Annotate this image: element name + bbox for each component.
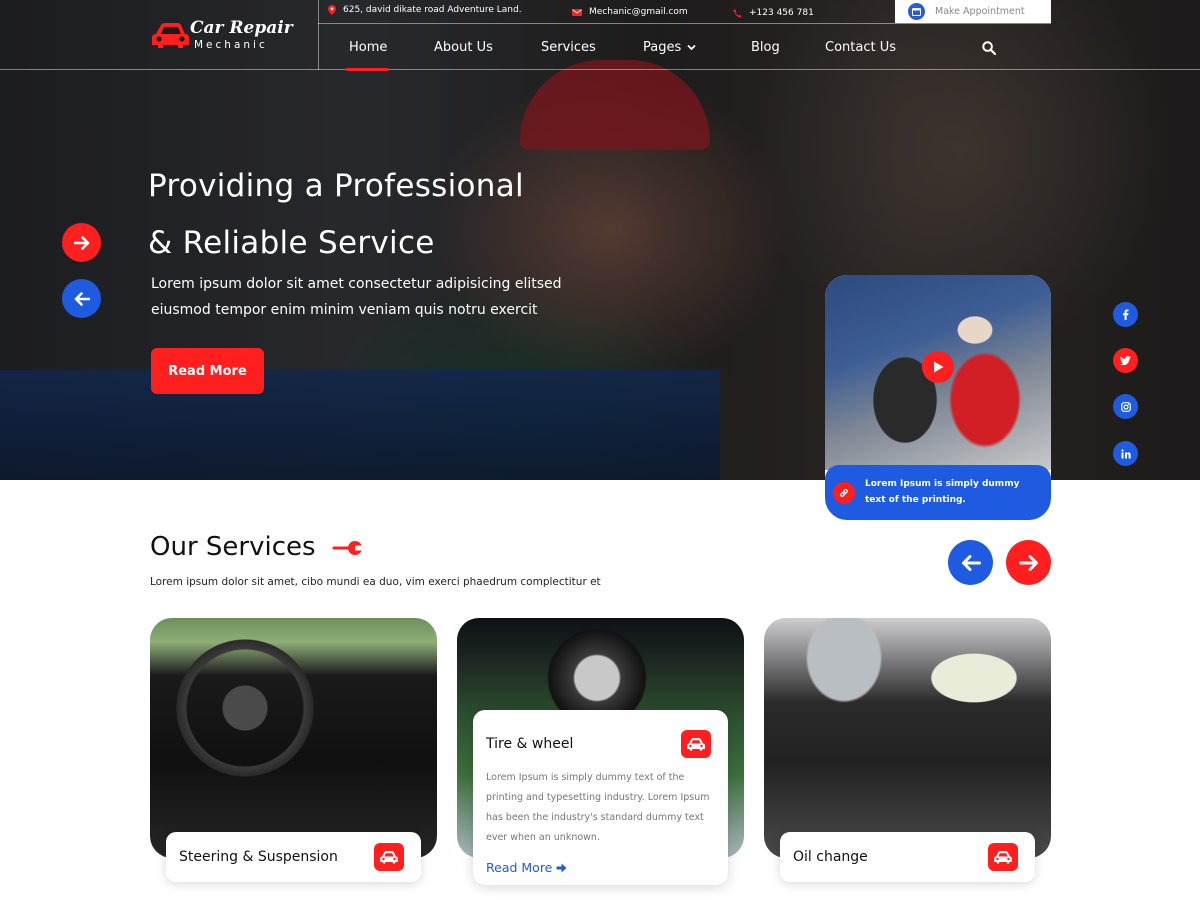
- nav-contact-us[interactable]: Contact Us: [825, 40, 896, 55]
- service-card-tire[interactable]: Tire & wheel Lorem Ipsum is simply dummy…: [473, 710, 728, 885]
- services-next-button[interactable]: [1006, 540, 1051, 585]
- video-caption-text: Lorem Ipsum is simply dummy text of the …: [865, 479, 1020, 505]
- service-read-more-link[interactable]: Read More: [486, 860, 567, 875]
- play-button[interactable]: [922, 351, 954, 383]
- read-more-label: Read More: [486, 860, 553, 875]
- service-title: Oil change: [793, 849, 868, 865]
- nav-services[interactable]: Services: [541, 40, 596, 55]
- arrow-left-icon: [74, 291, 90, 306]
- make-appointment-button[interactable]: Make Appointment: [895, 0, 1051, 23]
- services-prev-button[interactable]: [948, 540, 993, 585]
- site-logo[interactable]: Car Repair Mechanic: [150, 14, 310, 60]
- brand-title: Car Repair: [190, 18, 293, 38]
- arrow-right-icon: [1018, 554, 1038, 571]
- facebook-icon[interactable]: [1113, 302, 1138, 327]
- hero-text-line2: eiusmod tempor enim minim veniam quis no…: [151, 302, 538, 318]
- service-image-oil[interactable]: [764, 618, 1051, 858]
- nav-pages[interactable]: Pages: [643, 40, 697, 55]
- map-pin-icon: [328, 5, 336, 15]
- service-card-oil[interactable]: Oil change: [780, 832, 1035, 882]
- arrow-right-icon: [556, 863, 567, 872]
- hero-headline-line1: Providing a Professional: [148, 168, 524, 204]
- address-text: 625, david dikate road Adventure Land.: [343, 5, 522, 15]
- car-icon: [374, 843, 404, 871]
- appointment-label: Make Appointment: [935, 6, 1025, 17]
- chevron-down-icon: [687, 44, 697, 51]
- nav-about-us[interactable]: About Us: [434, 40, 493, 55]
- linkedin-icon[interactable]: [1113, 441, 1138, 466]
- car-logo-icon: [152, 23, 189, 48]
- services-subtitle: Lorem ipsum dolor sit amet, cibo mundi e…: [150, 576, 601, 588]
- twitter-icon[interactable]: [1113, 348, 1138, 373]
- arrow-left-icon: [961, 554, 981, 571]
- search-icon[interactable]: [982, 41, 996, 55]
- service-image-steering[interactable]: [150, 618, 437, 858]
- instagram-icon[interactable]: [1113, 394, 1138, 419]
- link-icon[interactable]: [833, 482, 855, 504]
- service-title: Tire & wheel: [486, 736, 574, 752]
- play-icon: [933, 361, 943, 373]
- phone-text: +123 456 781: [749, 8, 814, 18]
- hero-text-line1: Lorem ipsum dolor sit amet consectetur a…: [151, 276, 562, 292]
- hero-prev-button[interactable]: [62, 279, 101, 318]
- envelope-icon: [572, 8, 582, 16]
- phone-icon: [733, 8, 742, 18]
- nav-home[interactable]: Home: [349, 40, 387, 55]
- service-title: Steering & Suspension: [179, 849, 338, 865]
- topbar-phone[interactable]: +123 456 781: [733, 8, 814, 18]
- service-description: Lorem Ipsum is simply dummy text of the …: [486, 772, 710, 843]
- nav-blog[interactable]: Blog: [751, 40, 780, 55]
- video-caption-box: Lorem Ipsum is simply dummy text of the …: [825, 465, 1051, 520]
- nav-divider: [0, 69, 1200, 70]
- services-title: Our Services: [150, 532, 316, 562]
- nav-pages-label: Pages: [643, 40, 682, 55]
- header-divider: [318, 0, 319, 70]
- topbar-divider: [318, 23, 1051, 24]
- car-icon: [681, 730, 711, 758]
- email-text: Mechanic@gmail.com: [589, 7, 688, 17]
- topbar-email[interactable]: Mechanic@gmail.com: [572, 7, 688, 17]
- hero-read-more-button[interactable]: Read More: [151, 348, 264, 394]
- hero-next-button[interactable]: [62, 223, 101, 262]
- service-card-steering[interactable]: Steering & Suspension: [166, 832, 421, 882]
- calendar-icon: [908, 3, 925, 20]
- nav-active-indicator: [346, 68, 389, 71]
- car-icon: [988, 843, 1018, 871]
- topbar-address: 625, david dikate road Adventure Land.: [328, 5, 522, 15]
- video-card: Lorem Ipsum is simply dummy text of the …: [825, 275, 1051, 520]
- brand-subtitle: Mechanic: [194, 39, 268, 51]
- wrench-icon: [332, 541, 364, 555]
- arrow-right-icon: [73, 235, 89, 250]
- hero-headline-line2: & Reliable Service: [148, 225, 435, 261]
